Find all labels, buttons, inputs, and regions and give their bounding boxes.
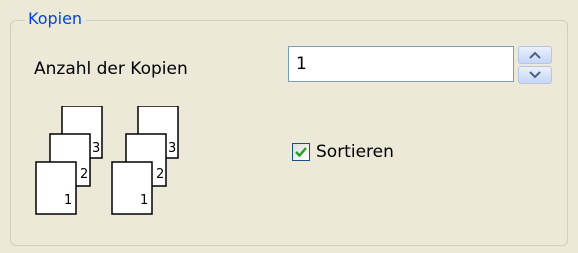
chevron-down-icon <box>529 71 541 79</box>
chevron-up-icon <box>529 51 541 59</box>
page-number-1: 1 <box>140 193 148 208</box>
spin-down-button[interactable] <box>518 66 552 84</box>
check-mark-icon <box>295 147 307 158</box>
page-number-3: 3 <box>168 141 176 156</box>
copies-input[interactable] <box>288 46 514 82</box>
copies-label: Anzahl der Kopien <box>34 59 188 79</box>
collate-checkbox[interactable] <box>292 143 310 161</box>
copies-spinner <box>518 46 552 84</box>
page-number-2: 2 <box>156 167 164 182</box>
page-number-2: 2 <box>80 167 88 182</box>
page-number-3: 3 <box>92 141 100 156</box>
spin-up-button[interactable] <box>518 46 552 64</box>
collated-pages-icon: 3 2 1 3 2 1 <box>35 106 179 215</box>
page-number-1: 1 <box>64 193 72 208</box>
page-stack-1: 3 2 1 <box>35 106 103 215</box>
collate-option: Sortieren <box>292 141 394 163</box>
collate-label[interactable]: Sortieren <box>316 141 394 163</box>
group-title: Kopien <box>25 9 86 29</box>
page-stack-2: 3 2 1 <box>111 106 179 215</box>
